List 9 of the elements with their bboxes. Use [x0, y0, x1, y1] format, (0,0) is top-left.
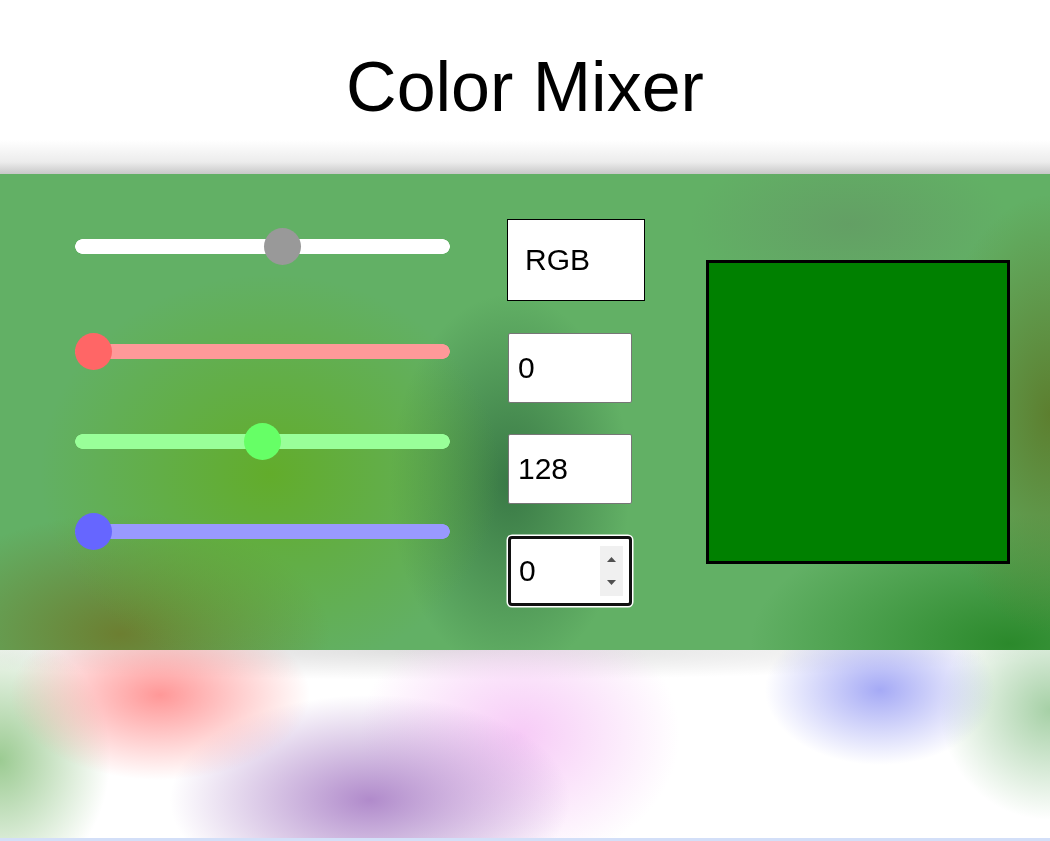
- mode-field[interactable]: RGB: [507, 219, 645, 301]
- number-field[interactable]: 128: [508, 434, 632, 504]
- slider-thumb[interactable]: [75, 513, 112, 550]
- slider-thumb[interactable]: [244, 423, 281, 460]
- slider-thumb[interactable]: [75, 333, 112, 370]
- page-title: Color Mixer: [346, 46, 704, 128]
- number-field[interactable]: 0: [508, 332, 632, 403]
- spinner-icon[interactable]: [600, 545, 623, 596]
- slider-thumb[interactable]: [264, 228, 302, 265]
